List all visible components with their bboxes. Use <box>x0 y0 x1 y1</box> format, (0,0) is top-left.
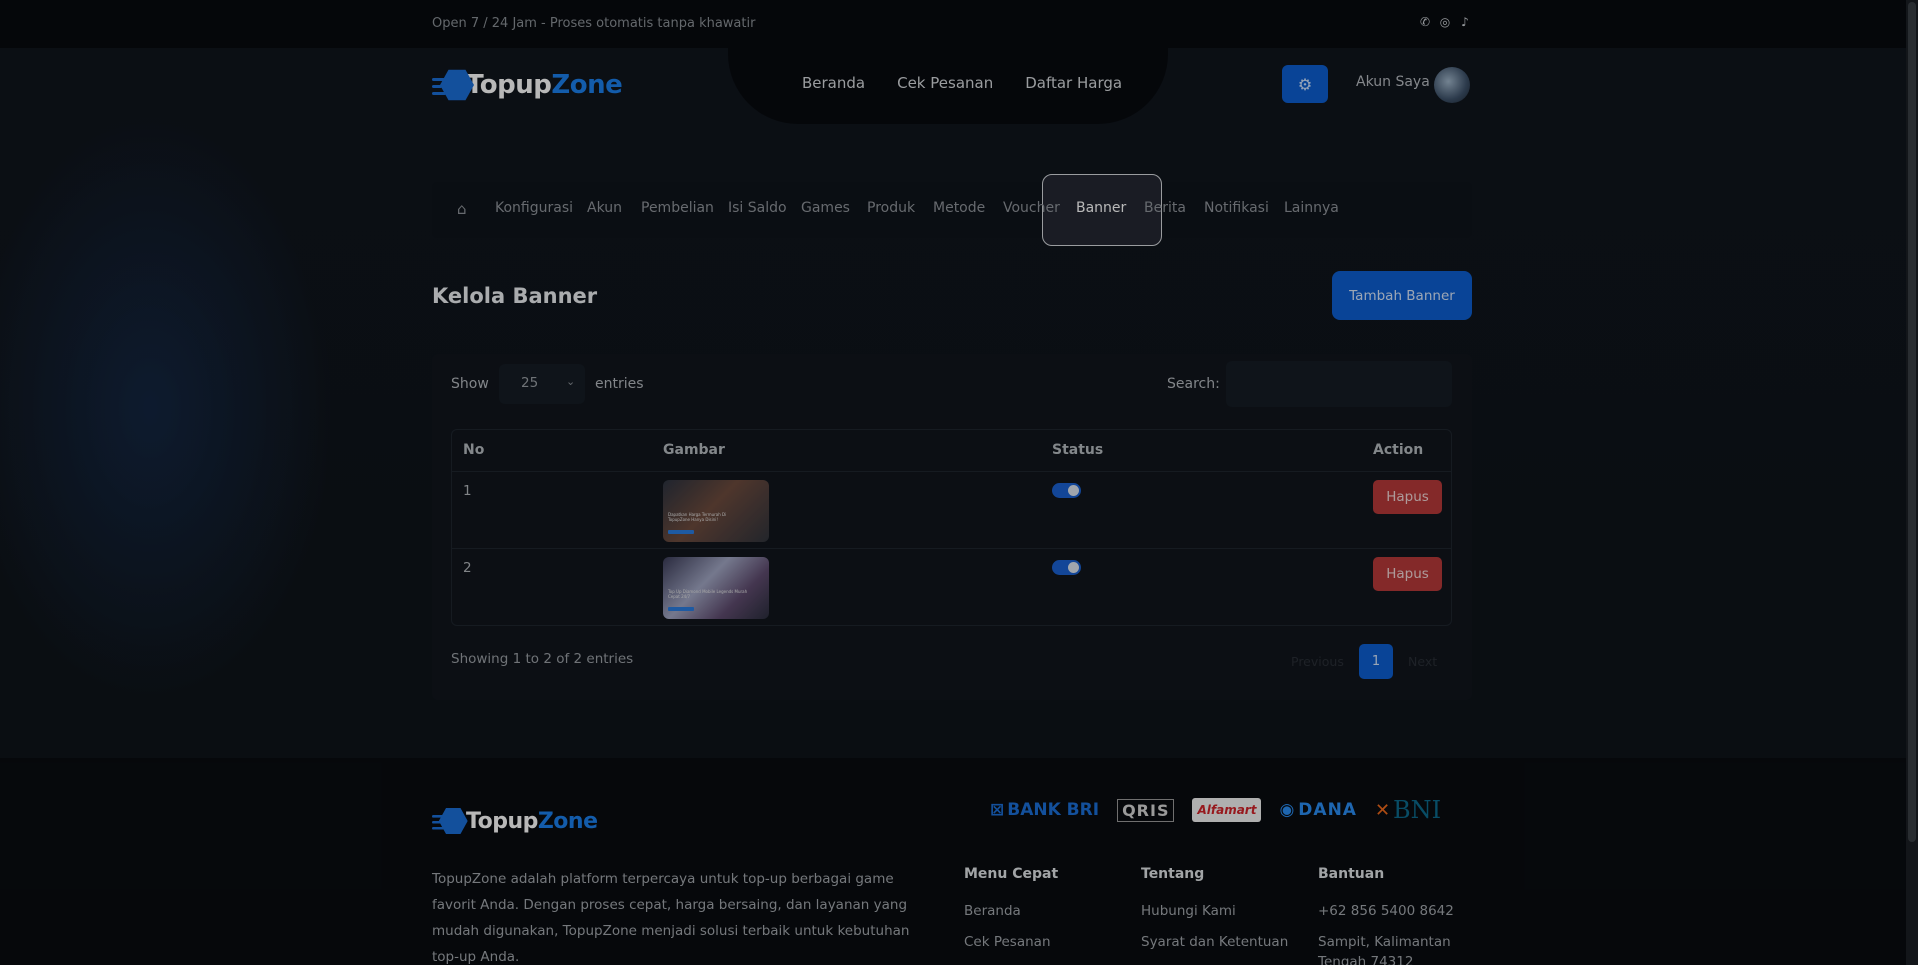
pagination-next[interactable]: Next <box>1408 654 1437 669</box>
social-links: ✆ ◎ ♪ <box>1418 15 1472 29</box>
row-1-delete-button[interactable]: Hapus <box>1373 480 1442 514</box>
qris-logo: QRIS <box>1117 798 1175 822</box>
tab-berita[interactable]: Berita <box>1144 200 1186 216</box>
row-2-banner-image: Top Up Diamond Mobile Legends Murah Cepa… <box>663 557 769 619</box>
search-label: Search: <box>1167 376 1220 392</box>
footer <box>0 758 1906 965</box>
entries-value: 25 <box>521 375 539 391</box>
nav-link-daftar-harga[interactable]: Daftar Harga <box>1025 74 1122 92</box>
entries-select[interactable]: 25 ⌄ <box>499 364 585 404</box>
footer-address: Sampit, Kalimantan Tengah 74312 <box>1318 934 1451 965</box>
row-1-status-toggle[interactable] <box>1052 483 1081 498</box>
nav-link-beranda[interactable]: Beranda <box>802 74 865 92</box>
header-gambar[interactable]: Gambar <box>663 442 725 458</box>
row-1-banner-image: Dapatkan Harga Termurah Di TopupZone Han… <box>663 480 769 542</box>
tab-games[interactable]: Games <box>801 200 850 216</box>
header-no[interactable]: No <box>463 442 484 458</box>
search-input[interactable] <box>1226 361 1452 407</box>
pagination-page-1[interactable]: 1 <box>1359 644 1393 679</box>
chevron-down-icon: ⌄ <box>566 375 576 388</box>
dana-logo: ◉ DANA <box>1279 800 1357 820</box>
entries-label: entries <box>595 376 644 392</box>
footer-link-syarat[interactable]: Syarat dan Ketentuan <box>1141 927 1288 958</box>
tab-notifikasi[interactable]: Notifikasi <box>1204 200 1269 216</box>
tab-isi-saldo[interactable]: Isi Saldo <box>728 200 787 216</box>
tab-akun[interactable]: Akun <box>587 200 622 216</box>
footer-col-bantuan: Bantuan +62 856 5400 8642 Sampit, Kalima… <box>1318 866 1478 965</box>
banner-table <box>451 429 1452 626</box>
row-divider <box>452 548 1451 549</box>
bni-logo: ✕ BNI <box>1374 796 1442 824</box>
footer-logo-text: TopupZone <box>466 808 598 834</box>
footer-phone[interactable]: +62 856 5400 8642 <box>1318 896 1478 927</box>
page-title: Kelola Banner <box>432 284 598 308</box>
footer-col-menu-cepat: Menu Cepat Beranda Cek Pesanan <box>964 866 1058 958</box>
logo-mark-icon <box>432 66 474 104</box>
show-label: Show <box>451 376 489 392</box>
main-nav: Beranda Cek Pesanan Daftar Harga <box>802 74 1122 92</box>
avatar[interactable] <box>1434 67 1470 103</box>
top-info-bar: Open 7 / 24 Jam - Proses otomatis tanpa … <box>0 0 1906 48</box>
settings-button[interactable]: ⚙ <box>1282 65 1328 103</box>
payment-logos: ⊠ BANK BRI QRIS Alfamart ◉ DANA ✕ BNI <box>990 796 1441 824</box>
brand-logo[interactable]: TopupZone <box>432 66 623 104</box>
row-2-status-toggle[interactable] <box>1052 560 1081 575</box>
logo-mark-icon <box>432 805 468 837</box>
tab-banner[interactable]: Banner <box>1076 200 1126 216</box>
table-info: Showing 1 to 2 of 2 entries <box>451 651 634 667</box>
scrollbar-thumb[interactable] <box>1908 2 1916 842</box>
alfamart-logo: Alfamart <box>1192 798 1262 822</box>
tab-lainnya[interactable]: Lainnya <box>1284 200 1339 216</box>
tab-produk[interactable]: Produk <box>867 200 915 216</box>
instagram-icon[interactable]: ◎ <box>1438 15 1452 29</box>
footer-logo[interactable]: TopupZone <box>432 802 598 840</box>
add-banner-button[interactable]: Tambah Banner <box>1332 271 1472 320</box>
footer-col-title: Tentang <box>1141 866 1205 882</box>
footer-col-title: Bantuan <box>1318 866 1385 882</box>
gear-icon: ⚙ <box>1297 74 1313 94</box>
footer-link-hubungi-kami[interactable]: Hubungi Kami <box>1141 896 1288 927</box>
topbar-tagline: Open 7 / 24 Jam - Proses otomatis tanpa … <box>432 16 756 31</box>
home-icon[interactable]: ⌂ <box>457 200 467 218</box>
pagination-previous[interactable]: Previous <box>1291 654 1344 669</box>
nav-link-cek-pesanan[interactable]: Cek Pesanan <box>897 74 993 92</box>
tab-pembelian[interactable]: Pembelian <box>641 200 714 216</box>
footer-link-beranda[interactable]: Beranda <box>964 896 1058 927</box>
logo-text: TopupZone <box>466 70 623 100</box>
tab-voucher[interactable]: Voucher <box>1003 200 1060 216</box>
footer-col-tentang: Tentang Hubungi Kami Syarat dan Ketentua… <box>1141 866 1288 958</box>
tab-metode[interactable]: Metode <box>933 200 985 216</box>
row-2-no: 2 <box>463 560 472 576</box>
tab-konfigurasi[interactable]: Konfigurasi <box>495 200 573 216</box>
header-divider <box>452 471 1451 472</box>
footer-link-cek-pesanan[interactable]: Cek Pesanan <box>964 927 1058 958</box>
bri-logo: ⊠ BANK BRI <box>990 800 1100 820</box>
tiktok-icon[interactable]: ♪ <box>1458 15 1472 29</box>
row-1-no: 1 <box>463 483 472 499</box>
row-2-delete-button[interactable]: Hapus <box>1373 557 1442 591</box>
footer-col-title: Menu Cepat <box>964 866 1059 882</box>
page-scrollbar[interactable] <box>1906 0 1918 965</box>
footer-description: TopupZone adalah platform terpercaya unt… <box>432 871 910 965</box>
whatsapp-icon[interactable]: ✆ <box>1418 15 1432 29</box>
header-action[interactable]: Action <box>1373 442 1423 458</box>
header-status[interactable]: Status <box>1052 442 1103 458</box>
account-label[interactable]: Akun Saya <box>1356 74 1430 90</box>
